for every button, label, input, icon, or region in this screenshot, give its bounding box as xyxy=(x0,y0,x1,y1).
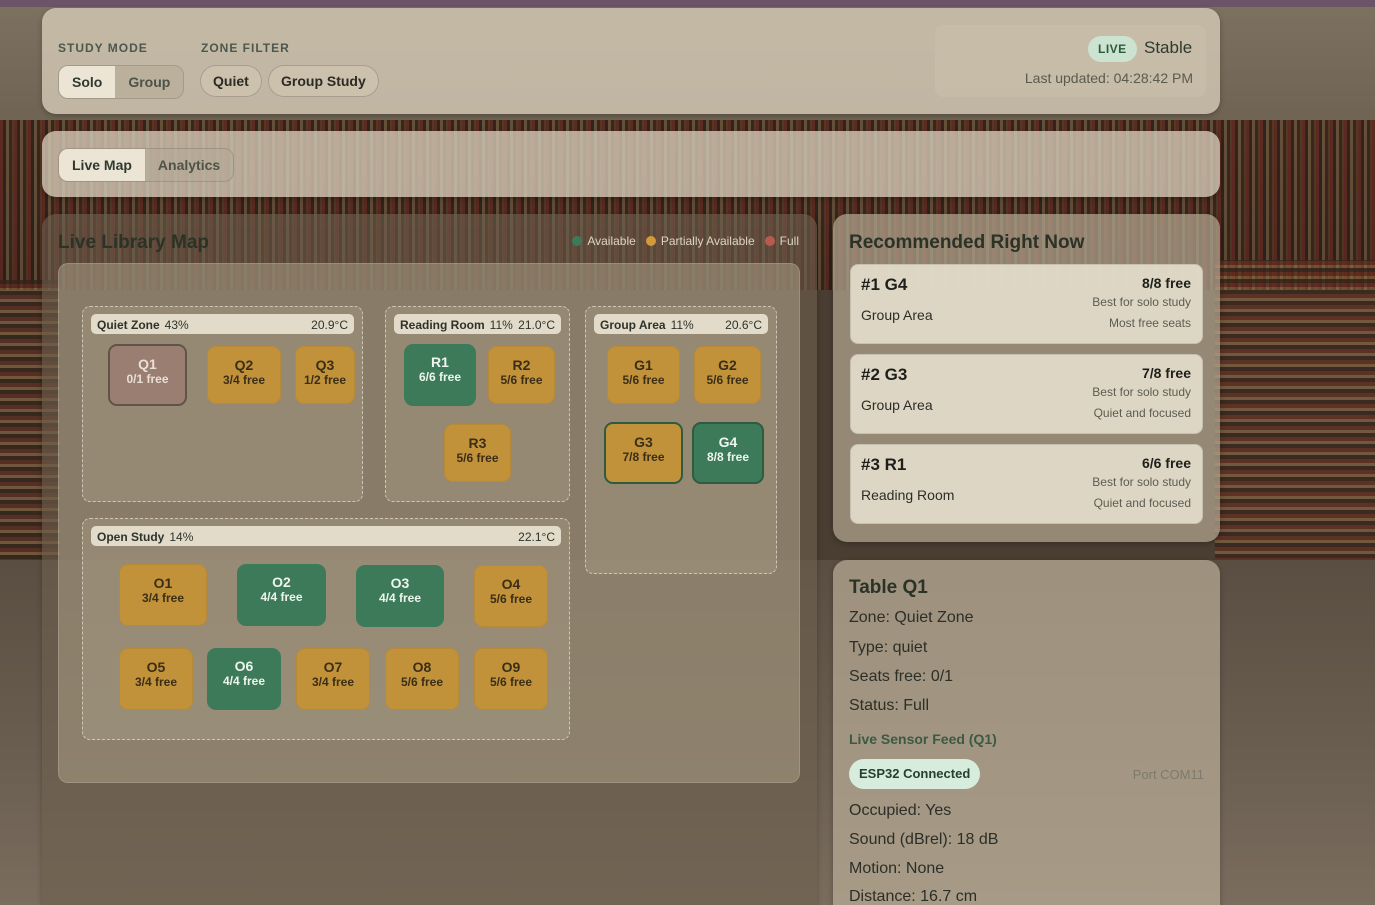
table-r1[interactable]: R1 6/6 free xyxy=(404,344,476,406)
table-g4[interactable]: G4 8/8 free xyxy=(692,422,764,484)
table-q2[interactable]: Q2 3/4 free xyxy=(207,346,281,404)
full-dot-icon xyxy=(764,236,775,246)
live-status-box: LIVE Stable Last updated: 04:28:42 PM xyxy=(935,25,1206,97)
table-o2[interactable]: O2 4/4 free xyxy=(237,564,326,626)
tab-analytics[interactable]: Analytics xyxy=(145,149,233,181)
table-detail-panel: Table Q1 Zone: Quiet Zone Type: quiet Se… xyxy=(833,560,1220,905)
table-o3[interactable]: O3 4/4 free xyxy=(356,565,444,627)
study-mode-toggle: Solo Group xyxy=(58,65,185,99)
map-panel: Live Library Map Available Partially Ava… xyxy=(42,214,817,905)
table-g3[interactable]: G3 7/8 free xyxy=(604,422,683,484)
zone-header: Open Study 14% 22.1°C xyxy=(91,526,561,546)
table-g2[interactable]: G2 5/6 free xyxy=(694,346,761,404)
zone-filter-label: ZONE FILTER xyxy=(201,41,290,55)
table-r2[interactable]: R2 5/6 free xyxy=(488,346,555,404)
table-g1[interactable]: G1 5/6 free xyxy=(607,346,680,404)
tabs-panel: Live Map Analytics xyxy=(42,131,1220,197)
zone-header: Quiet Zone 43% 20.9°C xyxy=(91,314,354,334)
detail-title: Table Q1 xyxy=(849,577,928,598)
legend-full: Full xyxy=(764,234,799,248)
stability-status: Stable xyxy=(1144,38,1193,57)
filter-group-study[interactable]: Group Study xyxy=(268,65,379,97)
recommendation-card[interactable]: #3 R1 Reading Room 6/6 free Best for sol… xyxy=(850,444,1203,524)
partial-dot-icon xyxy=(645,236,656,246)
table-o9[interactable]: O9 5/6 free xyxy=(474,648,548,710)
recommendation-card[interactable]: #1 G4 Group Area 8/8 free Best for solo … xyxy=(850,264,1203,344)
table-o1[interactable]: O1 3/4 free xyxy=(119,564,207,626)
live-badge: LIVE xyxy=(1088,36,1137,62)
recommendations-panel: Recommended Right Now #1 G4 Group Area 8… xyxy=(833,214,1220,542)
tab-live-map[interactable]: Live Map xyxy=(59,149,145,181)
sensor-motion: Motion: None xyxy=(849,860,945,877)
table-q3[interactable]: Q3 1/2 free xyxy=(295,346,355,404)
table-o6[interactable]: O6 4/4 free xyxy=(207,648,281,710)
detail-status: Status: Full xyxy=(849,697,930,714)
study-mode-label: STUDY MODE xyxy=(58,41,148,55)
legend-partial: Partially Available xyxy=(645,234,755,248)
view-tabs: Live Map Analytics xyxy=(58,148,235,182)
table-o4[interactable]: O4 5/6 free xyxy=(474,565,548,627)
map-title: Live Library Map xyxy=(58,232,209,253)
map-area: Quiet Zone 43% 20.9°C Reading Room 11% 21.… xyxy=(58,263,800,783)
study-mode-group[interactable]: Group xyxy=(115,66,183,98)
detail-seats: Seats free: 0/1 xyxy=(849,668,954,685)
zone-header: Group Area 11% 20.6°C xyxy=(594,314,768,334)
table-r3[interactable]: R3 5/6 free xyxy=(444,424,511,482)
sensor-sound: Sound (dBrel): 18 dB xyxy=(849,831,999,848)
table-q1[interactable]: Q1 0/1 free xyxy=(108,344,187,406)
sensor-feed-title: Live Sensor Feed (Q1) xyxy=(849,731,997,747)
table-o5[interactable]: O5 3/4 free xyxy=(119,648,193,710)
table-o7[interactable]: O7 3/4 free xyxy=(296,648,370,710)
sensor-distance: Distance: 16.7 cm xyxy=(849,888,978,905)
available-dot-icon xyxy=(572,236,583,246)
map-legend: Available Partially Available Full xyxy=(572,234,799,248)
recommendation-card[interactable]: #2 G3 Group Area 7/8 free Best for solo … xyxy=(850,354,1203,434)
header-panel: STUDY MODE Solo Group ZONE FILTER Quiet … xyxy=(42,8,1220,114)
table-o8[interactable]: O8 5/6 free xyxy=(385,648,459,710)
esp32-status-badge: ESP32 Connected xyxy=(849,759,981,789)
zone-header: Reading Room 11% 21.0°C xyxy=(394,314,561,334)
legend-available: Available xyxy=(572,234,636,248)
detail-zone: Zone: Quiet Zone xyxy=(849,609,974,626)
filter-quiet[interactable]: Quiet xyxy=(200,65,262,97)
port-label: Port COM11 xyxy=(1132,767,1204,782)
detail-type: Type: quiet xyxy=(849,639,928,656)
recommendations-title: Recommended Right Now xyxy=(849,232,1085,253)
sensor-occupied: Occupied: Yes xyxy=(849,802,952,819)
last-updated: Last updated: 04:28:42 PM xyxy=(1024,70,1193,86)
study-mode-solo[interactable]: Solo xyxy=(59,66,116,98)
